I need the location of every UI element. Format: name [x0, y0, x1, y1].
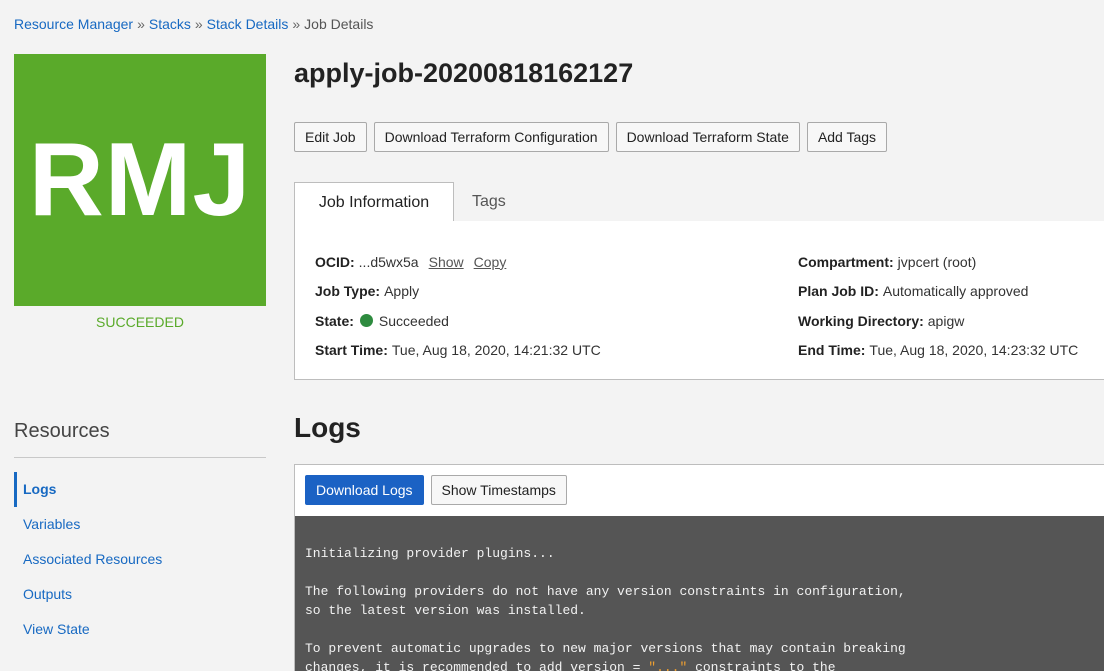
plan-job-id-value: Automatically approved: [882, 283, 1029, 300]
log-line: To prevent automatic upgrades to new maj…: [305, 641, 906, 656]
show-timestamps-button[interactable]: Show Timestamps: [430, 475, 567, 505]
end-time-value: Tue, Aug 18, 2020, 14:23:32 UTC: [869, 342, 1079, 359]
resources-heading: Resources: [14, 420, 110, 442]
breadcrumb-stack-details[interactable]: Stack Details: [207, 16, 289, 32]
end-time-row: End Time: Tue, Aug 18, 2020, 14:23:32 UT…: [798, 336, 1078, 366]
state-success-icon: [359, 314, 373, 328]
breadcrumb: Resource Manager» Stacks» Stack Details» Jo…: [14, 16, 373, 32]
log-string-literal: "...": [648, 660, 688, 671]
job-type-label: Job Type:: [315, 283, 381, 300]
logs-heading: Logs: [294, 412, 361, 443]
download-terraform-configuration-button[interactable]: Download Terraform Configuration: [373, 122, 609, 152]
breadcrumb-resource-manager[interactable]: Resource Manager: [14, 16, 133, 32]
working-directory-label: Working Directory:: [798, 312, 924, 329]
log-console[interactable]: Initializing provider plugins... The fol…: [295, 516, 1104, 671]
job-badge-initials: RMJ: [28, 121, 252, 238]
edit-job-button[interactable]: Edit Job: [294, 122, 367, 152]
info-column-left: OCID: ...d5wx5a Show Copy Job Type: Appl…: [315, 247, 601, 365]
add-tags-button[interactable]: Add Tags: [806, 122, 888, 152]
download-logs-button[interactable]: Download Logs: [305, 475, 424, 505]
log-line: so the latest version was installed.: [305, 603, 586, 618]
end-time-label: End Time:: [798, 342, 866, 359]
plan-job-id-label: Plan Job ID:: [798, 283, 879, 300]
tab-job-information[interactable]: Job Information: [294, 182, 454, 223]
compartment-row: Compartment: jvpcert (root): [798, 247, 1078, 277]
ocid-copy-link[interactable]: Copy: [474, 254, 507, 270]
state-label: State:: [315, 312, 354, 329]
state-row: State: Succeeded: [315, 306, 601, 336]
start-time-row: Start Time: Tue, Aug 18, 2020, 14:21:32 …: [315, 336, 601, 366]
ocid-value: ...d5wx5a: [358, 253, 419, 270]
plan-job-id-row: Plan Job ID: Automatically approved: [798, 277, 1078, 307]
resources-item-outputs[interactable]: Outputs: [14, 577, 266, 612]
working-directory-value: apigw: [927, 312, 965, 329]
log-line: changes, it is recommended to add versio…: [305, 658, 1104, 671]
job-actions-toolbar: Edit Job Download Terraform Configuratio…: [294, 122, 888, 152]
resources-item-associated-resources[interactable]: Associated Resources: [14, 542, 266, 577]
job-information-panel: OCID: ...d5wx5a Show Copy Job Type: Appl…: [294, 221, 1104, 380]
compartment-value: jvpcert (root): [897, 253, 977, 270]
details-tabs: Job Information Tags: [294, 182, 1104, 223]
start-time-value: Tue, Aug 18, 2020, 14:21:32 UTC: [391, 342, 601, 359]
breadcrumb-separator: »: [194, 16, 203, 32]
breadcrumb-stacks[interactable]: Stacks: [149, 16, 191, 32]
logs-panel: Download Logs Show Timestamps Initializi…: [294, 464, 1104, 671]
log-text: changes, it is recommended to add versio…: [305, 660, 649, 671]
ocid-label: OCID:: [315, 253, 355, 270]
resources-nav: Logs Variables Associated Resources Outp…: [14, 472, 266, 647]
job-badge: RMJ: [14, 54, 266, 306]
log-line: The following providers do not have any …: [305, 584, 906, 599]
job-type-value: Apply: [384, 283, 420, 300]
log-line: Initializing provider plugins...: [305, 546, 555, 561]
logs-toolbar: Download Logs Show Timestamps: [305, 475, 567, 505]
breadcrumb-separator: »: [292, 16, 301, 32]
resources-item-logs[interactable]: Logs: [14, 472, 266, 507]
breadcrumb-separator: »: [137, 16, 145, 32]
ocid-show-link[interactable]: Show: [429, 254, 464, 270]
resources-item-view-state[interactable]: View State: [14, 612, 266, 647]
job-type-row: Job Type: Apply: [315, 277, 601, 307]
job-status-label: SUCCEEDED: [96, 314, 184, 330]
page-title: apply-job-20200818162127: [294, 58, 634, 88]
resources-item-variables[interactable]: Variables: [14, 507, 266, 542]
tab-tags[interactable]: Tags: [472, 182, 506, 222]
ocid-row: OCID: ...d5wx5a Show Copy: [315, 247, 601, 277]
working-directory-row: Working Directory: apigw: [798, 306, 1078, 336]
info-column-right: Compartment: jvpcert (root) Plan Job ID:…: [798, 247, 1078, 365]
resources-divider: [14, 457, 266, 458]
log-text: constraints to the: [687, 660, 836, 671]
compartment-label: Compartment:: [798, 253, 894, 270]
state-value: Succeeded: [378, 312, 449, 329]
download-terraform-state-button[interactable]: Download Terraform State: [615, 122, 800, 152]
start-time-label: Start Time:: [315, 342, 388, 359]
breadcrumb-current: Job Details: [304, 16, 374, 32]
